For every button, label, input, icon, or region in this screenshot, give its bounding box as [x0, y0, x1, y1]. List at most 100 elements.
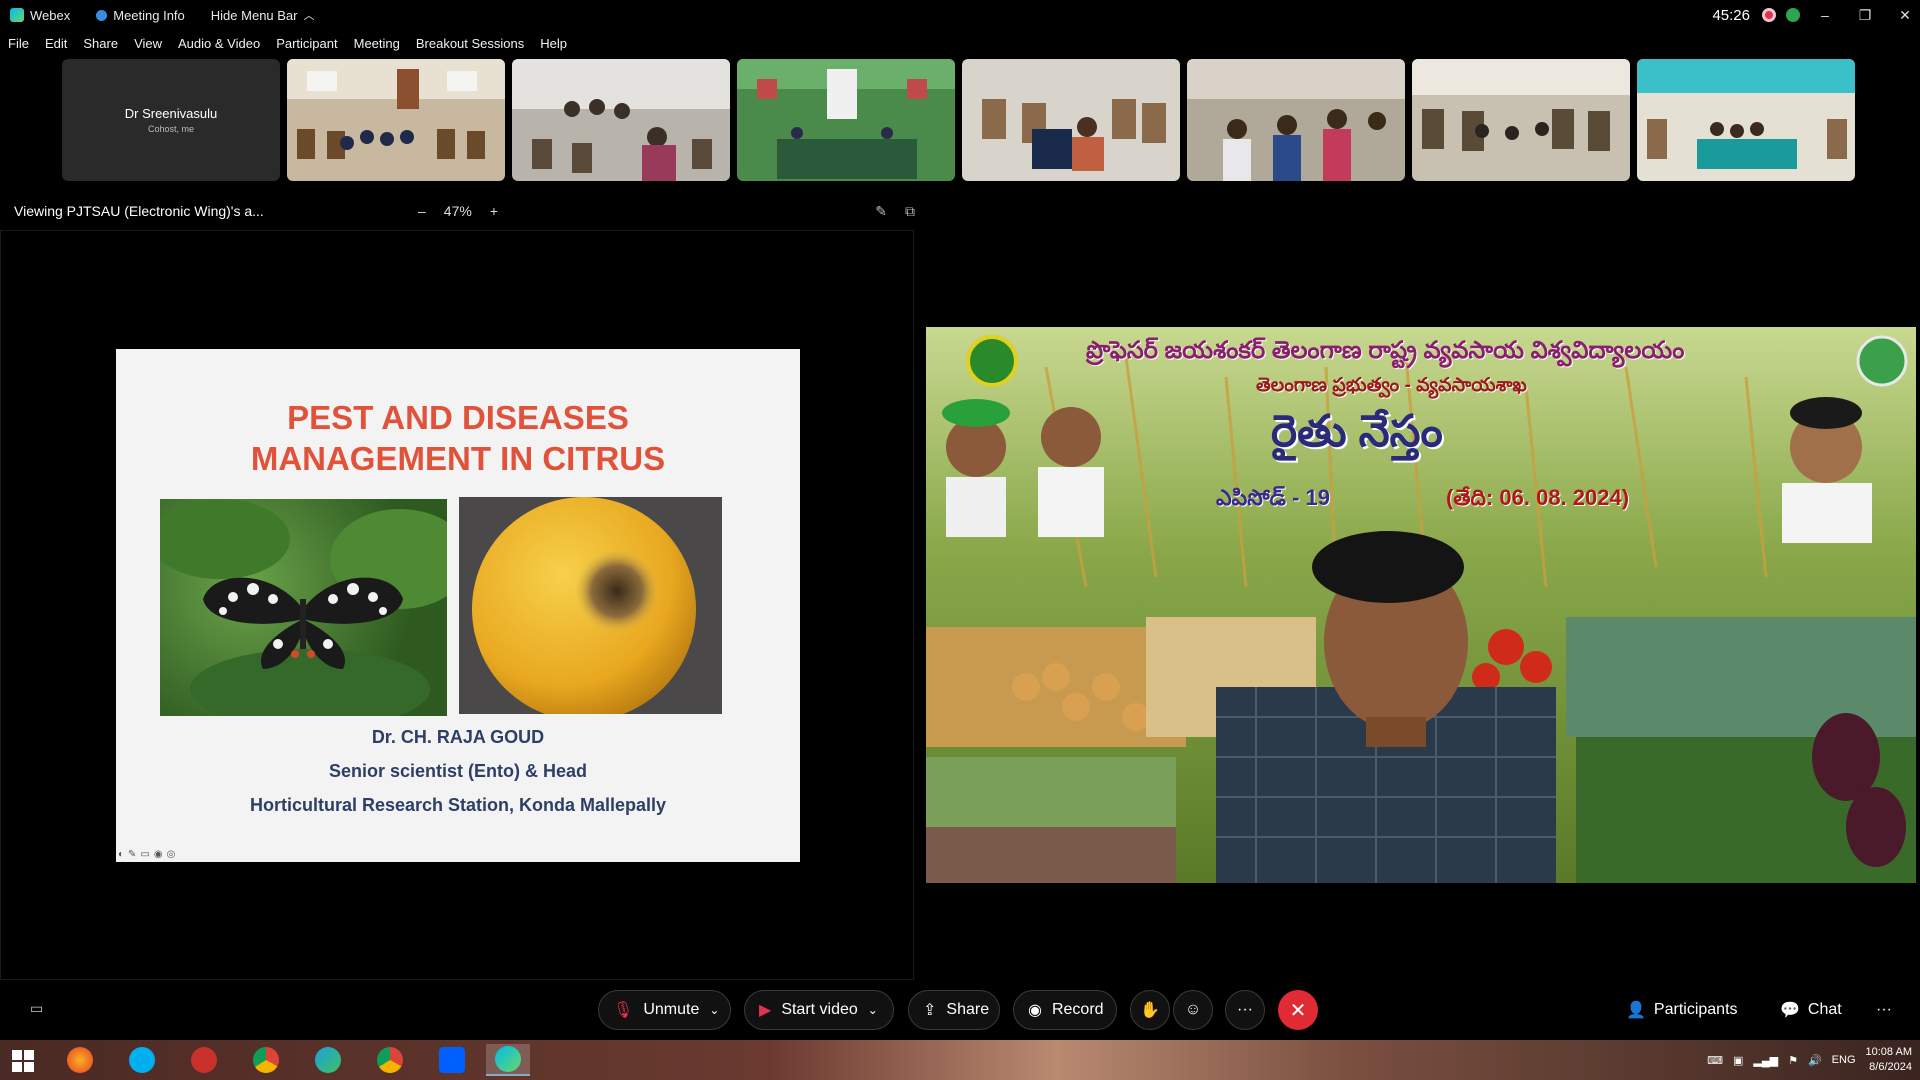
panel-overflow-button[interactable]: ···	[1876, 990, 1892, 1030]
annotate-icon[interactable]: ✎	[875, 203, 887, 220]
record-icon: ◉	[1028, 1002, 1042, 1019]
chevron-down-icon[interactable]: ⌄	[868, 1003, 878, 1017]
leave-meeting-button[interactable]: ✕	[1278, 990, 1318, 1030]
participant-video-tile[interactable]	[287, 59, 505, 181]
zoom-in-button[interactable]: +	[490, 203, 498, 219]
menu-audio-video[interactable]: Audio & Video	[178, 36, 260, 51]
participant-video-tile[interactable]	[1637, 59, 1855, 181]
share-viewing-bar: Viewing PJTSAU (Electronic Wing)'s a... …	[0, 198, 915, 224]
banner-episode: ఎపిసోడ్ - 19	[1216, 485, 1330, 510]
banner-university: ప్రొఫెసర్ జయశంకర్ తెలంగాణ రాష్ట్ర వ్యవసా…	[1086, 337, 1685, 364]
share-icon: ⇪	[923, 1002, 937, 1019]
flag-icon[interactable]: ⚑	[1788, 1054, 1798, 1067]
slide-station: Horticultural Research Station, Konda Ma…	[249, 795, 667, 815]
reactions-button[interactable]: ☺	[1173, 990, 1213, 1030]
participant-video-tile[interactable]	[737, 59, 955, 181]
menu-help[interactable]: Help	[540, 36, 567, 51]
menu-breakout-sessions[interactable]: Breakout Sessions	[416, 36, 524, 51]
captions-icon[interactable]: ▭	[30, 1000, 43, 1017]
minimize-button[interactable]: –	[1810, 0, 1840, 30]
chrome-taskbar-icon[interactable]	[244, 1044, 288, 1076]
participant-video-tile[interactable]	[962, 59, 1180, 181]
menu-view[interactable]: View	[134, 36, 162, 51]
start-video-button[interactable]: ▶ Start video ⌄	[744, 990, 894, 1030]
chrome-profile-taskbar-icon[interactable]	[368, 1044, 412, 1076]
participant-video-frame	[962, 59, 1180, 181]
connection-status-icon[interactable]	[1786, 8, 1800, 22]
banner-department: తెలంగాణ ప్రభుత్వం - వ్యవసాయశాఖ	[1256, 375, 1527, 396]
pdf-reader-taskbar-icon[interactable]	[182, 1044, 226, 1076]
raise-hand-button[interactable]: ✋	[1130, 990, 1170, 1030]
keyboard-icon[interactable]: ⌨	[1707, 1054, 1723, 1067]
volume-icon[interactable]: 🔊	[1808, 1054, 1822, 1067]
meeting-info-label: Meeting Info	[113, 7, 185, 23]
active-speaker-video[interactable]: ప్రొఫెసర్ జయశంకర్ తెలంగాణ రాష్ట్ర వ్యవసా…	[926, 327, 1916, 883]
participant-video-frame	[737, 59, 955, 181]
zoom-controls: – 47% +	[418, 203, 498, 219]
record-button[interactable]: ◉ Record	[1013, 990, 1117, 1030]
chevron-up-icon: ︿	[303, 10, 315, 22]
chat-button[interactable]: 💬 Chat	[1780, 990, 1842, 1030]
viewing-label: Viewing PJTSAU (Electronic Wing)'s a...	[14, 203, 264, 219]
windows-start-icon[interactable]	[12, 1050, 34, 1072]
chevron-down-icon[interactable]: ⌄	[709, 1003, 719, 1017]
clock-date: 8/6/2024	[1869, 1061, 1912, 1073]
chat-label: Chat	[1807, 1001, 1842, 1018]
menu-edit[interactable]: Edit	[45, 36, 67, 51]
share-button[interactable]: ⇪ Share	[908, 990, 1000, 1030]
meeting-info-button[interactable]: Meeting Info	[96, 0, 185, 30]
participant-video-tile[interactable]	[1187, 59, 1405, 181]
self-role: Cohost, me	[147, 124, 195, 134]
participant-video-tile[interactable]	[1412, 59, 1630, 181]
edge-taskbar-icon[interactable]	[306, 1044, 350, 1076]
hide-menu-bar-button[interactable]: Hide Menu Bar ︿	[211, 0, 315, 30]
close-icon: ✕	[1289, 999, 1307, 1022]
zoom-out-button[interactable]: –	[418, 203, 426, 219]
taskbar-clock[interactable]: 10:08 AM 8/6/2024	[1866, 1045, 1912, 1075]
share-label: Share	[946, 1001, 990, 1018]
hide-menu-bar-label: Hide Menu Bar	[210, 7, 298, 23]
slide-toolbar-icons[interactable]: ◐✎▭◉◎	[118, 849, 179, 860]
close-window-button[interactable]: ✕	[1890, 0, 1920, 30]
menu-participant[interactable]: Participant	[276, 36, 337, 51]
slide-title: PEST AND DISEASES MANAGEMENT IN CITRUS	[116, 397, 800, 479]
restore-button[interactable]: ❐	[1850, 0, 1880, 30]
recording-indicator-icon[interactable]	[1762, 8, 1776, 22]
network-icon[interactable]: ▂▄▆	[1753, 1054, 1778, 1067]
menu-meeting[interactable]: Meeting	[354, 36, 400, 51]
participants-label: Participants	[1653, 1001, 1738, 1018]
participants-button[interactable]: 👤 Participants	[1626, 990, 1738, 1030]
tray-app-icon[interactable]: ▣	[1733, 1054, 1743, 1067]
participant-video-frame	[512, 59, 730, 181]
info-icon	[96, 9, 108, 21]
slide-title-line1: PEST AND DISEASES	[287, 399, 629, 436]
windows-taskbar: ⌨ ▣ ▂▄▆ ⚑ 🔊 ENG 10:08 AM 8/6/2024	[0, 1040, 1920, 1080]
meeting-timer: 45:26	[1712, 6, 1750, 24]
menu-share[interactable]: Share	[83, 36, 118, 51]
participant-video-frame	[287, 59, 505, 181]
system-tray: ⌨ ▣ ▂▄▆ ⚑ 🔊 ENG 10:08 AM 8/6/2024	[1707, 1040, 1912, 1080]
participant-video-frame	[1637, 59, 1855, 181]
webex-logo-icon	[10, 8, 24, 22]
overflow-icon: ···	[1876, 1001, 1892, 1018]
zoom-level[interactable]: 47%	[444, 203, 472, 219]
menu-bar: File Edit Share View Audio & Video Parti…	[0, 30, 575, 56]
self-name: Dr Sreenivasulu	[124, 106, 218, 121]
dropbox-taskbar-icon[interactable]	[430, 1044, 474, 1076]
clock-time: 10:08 AM	[1865, 1046, 1912, 1058]
slide-title-line2: MANAGEMENT IN CITRUS	[250, 440, 666, 477]
more-options-button[interactable]: ···	[1225, 990, 1265, 1030]
reactions-icon: ☺	[1184, 1001, 1202, 1018]
unmute-button[interactable]: 🎙 Unmute ⌄	[598, 990, 731, 1030]
diseased-citrus-image	[459, 497, 722, 714]
pop-out-icon[interactable]: ⧉	[905, 203, 915, 220]
input-language[interactable]: ENG	[1832, 1054, 1856, 1066]
self-video-tile[interactable]: Dr Sreenivasulu Cohost, me	[62, 59, 280, 181]
butterfly-image	[160, 499, 447, 716]
app-name: Webex	[30, 7, 71, 23]
firefox-taskbar-icon[interactable]	[58, 1044, 102, 1076]
skype-taskbar-icon[interactable]	[120, 1044, 164, 1076]
webex-taskbar-icon[interactable]	[486, 1044, 530, 1076]
participant-video-tile[interactable]	[512, 59, 730, 181]
menu-file[interactable]: File	[8, 36, 29, 51]
